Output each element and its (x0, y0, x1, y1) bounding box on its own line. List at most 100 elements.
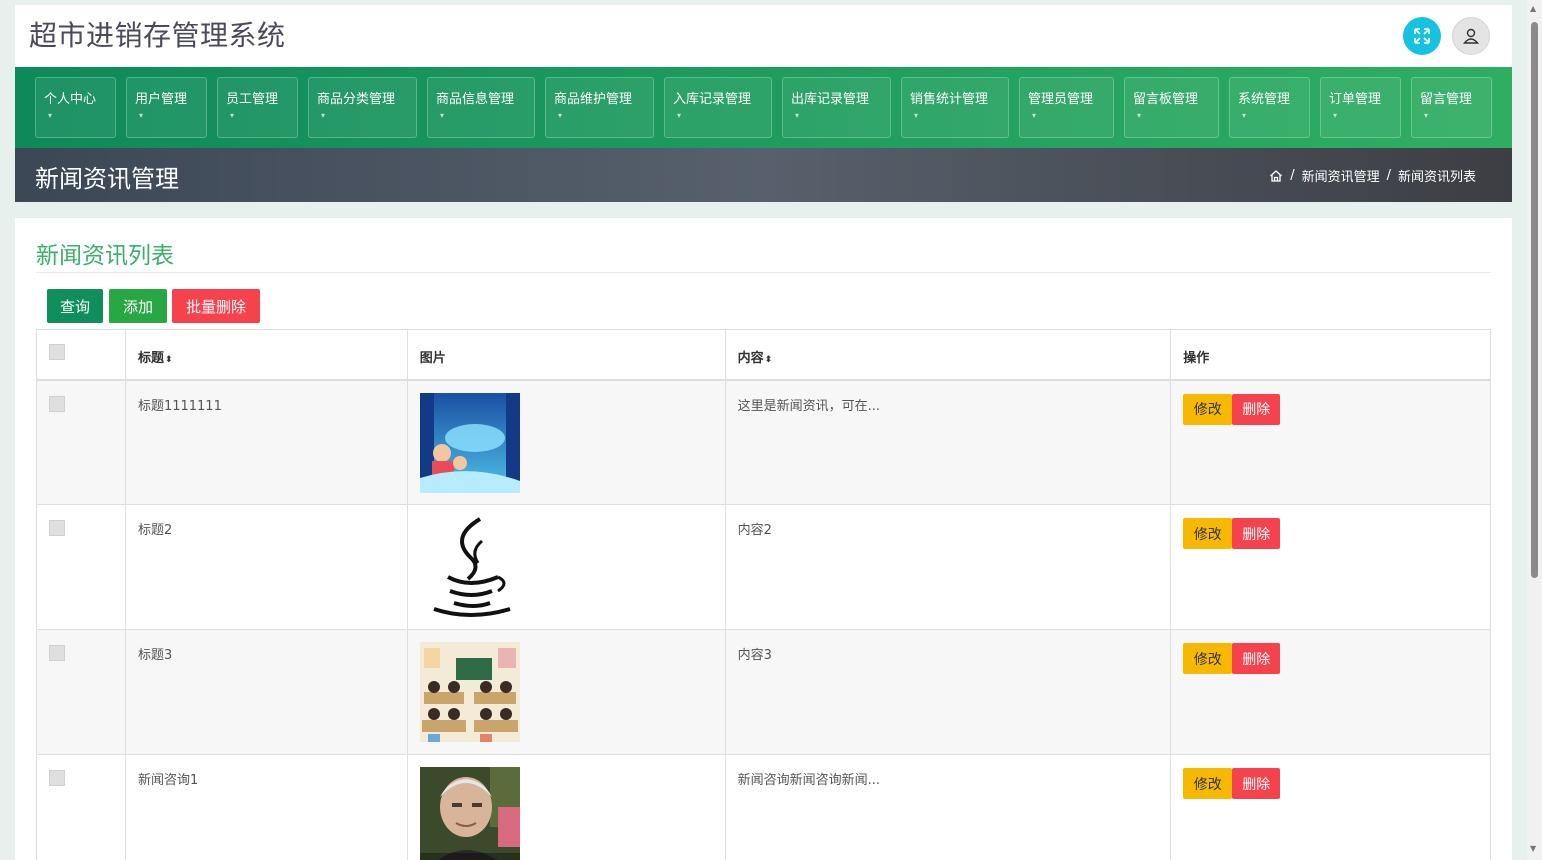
nav-item-label: 商品分类管理 (317, 92, 396, 107)
delete-button[interactable]: 删除 (1232, 768, 1281, 799)
row-checkbox[interactable] (49, 645, 65, 661)
nav-item-product-maintenance[interactable]: 商品维护管理 ▾ (545, 77, 654, 138)
edit-button[interactable]: 修改 (1183, 643, 1233, 674)
app-shell: 超市进销存管理系统 个人中心 ▾ 用户管理 ▾ 员工管理 ▾ 商品分类管理 ▾ … (15, 5, 1512, 202)
row-select-cell (36, 754, 126, 860)
delete-button[interactable]: 删除 (1232, 643, 1281, 674)
chevron-down-icon: ▾ (321, 111, 326, 120)
divider (36, 272, 1491, 273)
user-menu-button[interactable] (1452, 17, 1490, 55)
home-icon[interactable] (1269, 169, 1283, 183)
row-select-cell (36, 379, 126, 505)
row-checkbox[interactable] (49, 770, 65, 786)
scroll-up-icon[interactable]: ▲ (1530, 4, 1536, 13)
delete-button[interactable]: 删除 (1232, 518, 1281, 549)
app-title: 超市进销存管理系统 (29, 19, 286, 52)
edit-button[interactable]: 修改 (1183, 393, 1233, 425)
header-select-all (36, 329, 126, 381)
add-button[interactable]: 添加 (109, 289, 167, 323)
header-image: 图片 (406, 329, 726, 381)
header-content-label: 内容 (737, 351, 764, 366)
main-nav: 个人中心 ▾ 用户管理 ▾ 员工管理 ▾ 商品分类管理 ▾ 商品信息管理 ▾ 商… (15, 67, 1512, 148)
header-actions-label: 操作 (1183, 351, 1210, 366)
header-content[interactable]: 内容⬍ (724, 329, 1172, 381)
nav-item-label: 系统管理 (1238, 92, 1291, 107)
nav-item-system-management[interactable]: 系统管理 ▾ (1229, 77, 1310, 138)
nav-item-product-info[interactable]: 商品信息管理 ▾ (427, 77, 535, 138)
nav-item-outbound-records[interactable]: 出库记录管理 ▾ (782, 77, 891, 138)
card-title: 新闻资讯列表 (36, 243, 174, 269)
row-select-cell (36, 504, 126, 630)
user-icon (1463, 28, 1479, 44)
delete-button[interactable]: 删除 (1232, 393, 1281, 425)
row-actions: 修改 删除 (1170, 379, 1491, 505)
row-image-cell (406, 754, 726, 860)
scrollbar-thumb[interactable] (1531, 22, 1538, 578)
nav-item-label: 出库记录管理 (791, 92, 870, 107)
sort-icon[interactable]: ⬍ (765, 355, 773, 365)
chevron-down-icon: ▾ (558, 111, 563, 120)
news-thumbnail[interactable] (419, 392, 520, 493)
breadcrumb: / 新闻资讯管理 / 新闻资讯列表 (1269, 166, 1476, 185)
nav-item-category-management[interactable]: 商品分类管理 ▾ (308, 77, 417, 138)
chevron-down-icon: ▾ (230, 111, 235, 120)
vertical-scrollbar[interactable]: ▲ ▼ (1527, 0, 1542, 860)
scroll-down-icon[interactable]: ▼ (1530, 844, 1536, 853)
row-checkbox[interactable] (49, 395, 65, 412)
edit-button[interactable]: 修改 (1183, 768, 1233, 799)
nav-item-label: 商品维护管理 (554, 92, 633, 107)
edit-button[interactable]: 修改 (1183, 518, 1233, 549)
nav-item-label: 留言管理 (1420, 92, 1473, 107)
chevron-down-icon: ▾ (1242, 111, 1247, 120)
header-image-label: 图片 (419, 351, 446, 366)
row-title: 标题3 (124, 629, 408, 755)
nav-item-admin-management[interactable]: 管理员管理 ▾ (1019, 77, 1114, 138)
nav-item-message-board[interactable]: 留言板管理 ▾ (1124, 77, 1219, 138)
row-image-cell (406, 504, 726, 630)
batch-delete-button[interactable]: 批量删除 (172, 289, 260, 323)
chevron-down-icon: ▾ (1137, 111, 1142, 120)
chevron-down-icon: ▾ (1424, 111, 1429, 120)
nav-item-label: 留言板管理 (1133, 92, 1199, 107)
news-thumbnail[interactable] (419, 767, 520, 860)
row-content: 内容3 (724, 629, 1172, 755)
chevron-down-icon: ▾ (1032, 111, 1037, 120)
breadcrumb-separator: / (1290, 168, 1295, 183)
row-image-cell (406, 379, 726, 505)
nav-item-personal-center[interactable]: 个人中心 ▾ (35, 77, 116, 138)
query-button[interactable]: 查询 (47, 289, 103, 323)
nav-item-order-management[interactable]: 订单管理 ▾ (1320, 77, 1401, 138)
header-actions: 操作 (1170, 329, 1491, 381)
breadcrumb-item[interactable]: 新闻资讯管理 (1302, 166, 1380, 185)
row-select-cell (36, 629, 126, 755)
chevron-down-icon: ▾ (677, 111, 682, 120)
sort-icon[interactable]: ⬍ (165, 355, 173, 365)
header-title[interactable]: 标题⬍ (124, 329, 408, 381)
row-checkbox[interactable] (49, 520, 65, 536)
news-thumbnail[interactable] (419, 642, 520, 742)
nav-item-employee-management[interactable]: 员工管理 ▾ (217, 77, 298, 138)
nav-item-message-management[interactable]: 留言管理 ▾ (1411, 77, 1492, 138)
table-row: 标题2 内容2 修改 删除 (36, 504, 1491, 630)
nav-item-inbound-records[interactable]: 入库记录管理 ▾ (664, 77, 772, 138)
row-content: 内容2 (724, 504, 1172, 630)
page-title: 新闻资讯管理 (35, 165, 179, 193)
nav-item-label: 用户管理 (135, 92, 188, 107)
breadcrumb-separator: / (1386, 168, 1391, 183)
row-title: 标题1111111 (124, 379, 408, 505)
nav-item-user-management[interactable]: 用户管理 ▾ (126, 77, 207, 138)
chevron-down-icon: ▾ (139, 111, 144, 120)
select-all-checkbox[interactable] (49, 344, 65, 360)
news-thumbnail[interactable] (419, 517, 520, 617)
nav-item-label: 管理员管理 (1028, 92, 1094, 107)
nav-item-label: 个人中心 (44, 92, 97, 107)
row-title: 标题2 (124, 504, 408, 630)
nav-item-label: 销售统计管理 (910, 92, 989, 107)
news-table: 标题⬍ 图片 内容⬍ 操作 标题1111111 这里是新闻资讯，可在... 修改… (36, 329, 1491, 860)
nav-item-sales-stats[interactable]: 销售统计管理 ▾ (901, 77, 1009, 138)
chevron-down-icon: ▾ (1333, 111, 1338, 120)
fullscreen-button[interactable] (1403, 17, 1441, 55)
breadcrumb-item-current: 新闻资讯列表 (1397, 170, 1476, 185)
chevron-down-icon: ▾ (914, 111, 919, 120)
table-row: 标题1111111 这里是新闻资讯，可在... 修改 删除 (36, 379, 1491, 505)
